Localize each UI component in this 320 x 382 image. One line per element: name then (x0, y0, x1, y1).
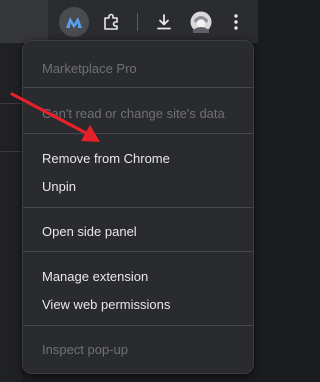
marketplace-pro-logo-icon (66, 17, 82, 28)
menu-item-manage-extension[interactable]: Manage extension (23, 262, 253, 290)
menu-separator (23, 325, 253, 326)
page-background (0, 43, 22, 382)
menu-item-remove-from-chrome[interactable]: Remove from Chrome (23, 144, 253, 172)
marketplace-pro-extension-button[interactable] (59, 7, 89, 37)
menu-separator (23, 207, 253, 208)
menu-separator (23, 251, 253, 252)
menu-separator (23, 87, 253, 88)
tab-strip (0, 0, 48, 43)
profile-avatar (190, 11, 212, 33)
background-divider (0, 103, 22, 104)
browser-toolbar (0, 0, 258, 43)
download-icon (157, 14, 171, 30)
menu-separator (23, 133, 253, 134)
vertical-dots-icon (234, 14, 238, 30)
menu-item-open-side-panel[interactable]: Open side panel (23, 217, 253, 245)
menu-item-inspect-popup: Inspect pop-up (42, 341, 129, 357)
menu-item-unpin[interactable]: Unpin (23, 172, 253, 200)
profile-button[interactable] (186, 7, 216, 37)
background-divider (0, 151, 22, 152)
downloads-button[interactable] (149, 7, 179, 37)
menu-item-view-web-permissions[interactable]: View web permissions (23, 290, 253, 318)
extension-context-menu: Marketplace Pro Can't read or change sit… (22, 40, 254, 374)
menu-item-site-access: Can't read or change site's data (42, 105, 225, 121)
puzzle-piece-icon (104, 13, 118, 30)
extensions-button[interactable] (96, 7, 126, 37)
chrome-menu-button[interactable] (221, 7, 251, 37)
toolbar-divider (137, 13, 138, 31)
menu-item-extension-name: Marketplace Pro (42, 60, 137, 76)
